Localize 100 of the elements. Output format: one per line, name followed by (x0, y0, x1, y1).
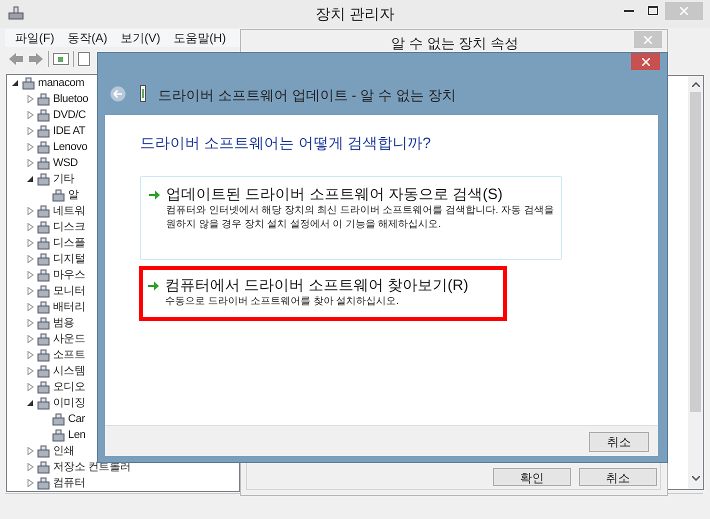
dialog-button[interactable]: 취소 (579, 468, 657, 486)
back-icon[interactable] (110, 86, 126, 102)
expand-arrow-icon[interactable] (27, 463, 34, 471)
device-icon (37, 380, 50, 394)
device-icon (37, 172, 50, 186)
close-icon (680, 7, 688, 15)
close-icon (644, 36, 652, 44)
expand-arrow-icon[interactable] (27, 319, 34, 327)
option-link[interactable]: 업데이트된 드라이버 소프트웨어 자동으로 검색(S) 컴퓨터와 인터넷에서 해당 장치의 최신 드라이버 소프트웨어를 검색합니다. 자동 검색을 원하지 않을 경우 장치 설치 설정에서 이 기능을 해제하십시오. (140, 176, 562, 260)
collapse-arrow-icon[interactable] (12, 79, 19, 87)
device-icon (22, 76, 35, 90)
tree-item[interactable]: 디스크 (53, 218, 86, 236)
tree-item[interactable]: 네트워 (53, 202, 86, 220)
minimize-icon[interactable] (624, 10, 634, 13)
tree-item[interactable]: 저장소 컨트롤러 (53, 458, 131, 476)
device-icon (140, 85, 146, 102)
menu-item[interactable]: 파일(F) (15, 29, 54, 47)
forward-arrow-icon[interactable] (28, 52, 44, 66)
menu-item[interactable]: 동작(A) (67, 29, 108, 47)
device-icon (37, 332, 50, 346)
dialog-title: 드라이버 소프트웨어 업데이트 - 알 수 없는 장치 (158, 86, 456, 105)
expand-arrow-icon[interactable] (27, 303, 34, 311)
tree-item[interactable]: 모니터 (53, 282, 86, 300)
collapse-arrow-icon[interactable] (27, 399, 34, 407)
expand-arrow-icon[interactable] (27, 127, 34, 135)
scroll-up-icon[interactable] (692, 82, 700, 87)
expand-arrow-icon[interactable] (27, 239, 34, 247)
tree-item[interactable]: 범용 (53, 314, 74, 332)
window-title: 장치 관리자 (314, 5, 396, 25)
tree-item[interactable]: Bluetoo (53, 90, 88, 108)
expand-arrow-icon[interactable] (27, 223, 34, 231)
wizard-heading: 드라이버 소프트웨어는 어떻게 검색합니까? (140, 134, 431, 154)
dialog-button[interactable]: 확인 (493, 468, 571, 486)
expand-arrow-icon[interactable] (27, 255, 34, 263)
tree-item[interactable]: 시스템 (53, 362, 86, 380)
scrollbar-thumb[interactable] (690, 92, 701, 412)
device-icon (37, 220, 50, 234)
expand-arrow-icon[interactable] (27, 479, 34, 487)
expand-arrow-icon[interactable] (27, 367, 34, 375)
expand-arrow-icon[interactable] (27, 159, 34, 167)
option-title: 컴퓨터에서 드라이버 소프트웨어 찾아보기(R) (165, 276, 468, 295)
back-arrow-icon[interactable] (8, 52, 24, 66)
tree-item[interactable]: 오디오 (53, 378, 86, 396)
tree-item[interactable]: Lenovo (53, 138, 88, 156)
expand-arrow-icon[interactable] (27, 207, 34, 215)
list-icon[interactable] (78, 52, 90, 66)
device-icon (37, 156, 50, 170)
tree-item[interactable]: 컴퓨터 (53, 474, 86, 491)
tree-item[interactable]: 배터리 (53, 298, 86, 316)
tree-item[interactable]: 디스플 (53, 234, 86, 252)
tree-item[interactable]: 디지털 (53, 250, 86, 268)
cancel-button[interactable]: 취소 (589, 432, 649, 452)
device-icon (37, 460, 50, 474)
scroll-down-icon[interactable] (692, 476, 700, 481)
expand-arrow-icon[interactable] (27, 271, 34, 279)
tree-item[interactable]: 기타 (53, 170, 74, 188)
device-icon (52, 428, 65, 442)
tree-item[interactable]: 알 (68, 186, 79, 204)
tree-item[interactable]: Car (68, 410, 85, 428)
expand-arrow-icon[interactable] (27, 95, 34, 103)
device-icon (37, 204, 50, 218)
device-icon (37, 300, 50, 314)
menu-item[interactable]: 도움말(H) (173, 29, 226, 47)
tree-item[interactable]: 마우스 (53, 266, 86, 284)
tree-item[interactable]: 이미징 (53, 394, 86, 412)
expand-arrow-icon[interactable] (27, 111, 34, 119)
tree-item[interactable]: Len (68, 426, 86, 444)
scrollbar[interactable] (688, 76, 703, 489)
tree-item[interactable]: 사운드 (53, 330, 86, 348)
tree-item[interactable]: WSD (53, 154, 78, 172)
expand-arrow-icon[interactable] (27, 287, 34, 295)
device-icon (37, 316, 50, 330)
option-link[interactable]: 컴퓨터에서 드라이버 소프트웨어 찾아보기(R) 수동으로 드라이버 소프트웨어를 찾아 설치하십시오. (140, 270, 562, 318)
maximize-icon[interactable] (648, 6, 658, 15)
option-title: 업데이트된 드라이버 소프트웨어 자동으로 검색(S) (166, 185, 504, 204)
device-icon (52, 412, 65, 426)
device-icon (37, 236, 50, 250)
menu-item[interactable]: 보기(V) (120, 29, 160, 47)
expand-arrow-icon[interactable] (27, 335, 34, 343)
tree-item[interactable]: DVD/C (53, 106, 86, 124)
close-button[interactable] (631, 53, 660, 70)
expand-arrow-icon[interactable] (27, 447, 34, 455)
device-icon (37, 444, 50, 458)
expand-arrow-icon[interactable] (27, 143, 34, 151)
device-icon (37, 284, 50, 298)
device-icon (37, 124, 50, 138)
device-icon (37, 108, 50, 122)
tree-item[interactable]: manacom (38, 75, 84, 92)
close-icon (642, 58, 650, 66)
expand-arrow-icon[interactable] (27, 351, 34, 359)
tree-item[interactable]: 소프트 (53, 346, 86, 364)
console-icon[interactable] (53, 52, 69, 66)
collapse-arrow-icon[interactable] (27, 175, 34, 183)
arrow-icon (149, 190, 160, 200)
dialog-title: 알 수 없는 장치 속성 (391, 34, 519, 53)
device-icon (37, 140, 50, 154)
tree-item[interactable]: 인쇄 (53, 442, 74, 460)
expand-arrow-icon[interactable] (27, 383, 34, 391)
tree-item[interactable]: IDE AT (53, 122, 86, 140)
device-icon (37, 348, 50, 362)
